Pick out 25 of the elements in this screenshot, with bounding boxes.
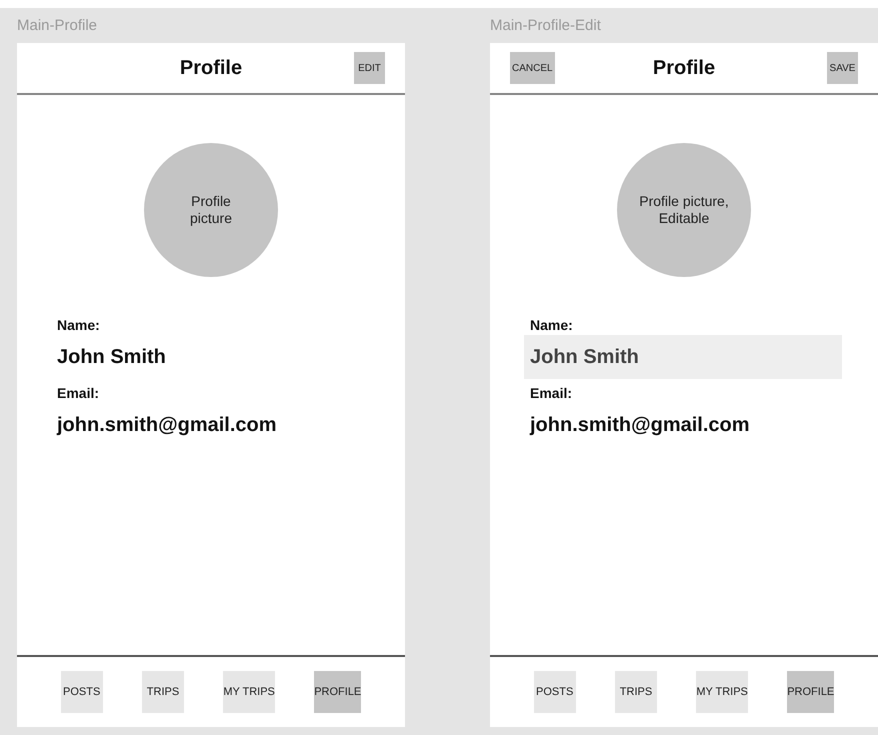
field-label: Name: bbox=[530, 316, 574, 335]
field-label: Email: bbox=[530, 384, 574, 403]
screen-title: Profile bbox=[652, 56, 716, 80]
cancel-button[interactable]: CANCEL bbox=[510, 52, 555, 84]
frame-label: Main-Profile bbox=[17, 16, 98, 36]
nav-tab[interactable]: POSTS bbox=[60, 671, 103, 713]
nav-tab[interactable]: MY TRIPS bbox=[223, 671, 275, 713]
nav-tab[interactable]: MY TRIPS bbox=[696, 671, 748, 713]
save-button[interactable]: SAVE bbox=[827, 52, 858, 84]
frame-label: Main-Profile-Edit bbox=[490, 16, 602, 36]
profile-picture[interactable]: Profile picture, Editable bbox=[617, 143, 751, 277]
nav-tab[interactable]: POSTS bbox=[534, 671, 576, 713]
field-label: Email: bbox=[57, 384, 100, 403]
screen-title: Profile bbox=[180, 56, 242, 80]
nav-tab[interactable]: PROFILE bbox=[787, 671, 834, 713]
field-value: john.smith@gmail.com bbox=[57, 413, 278, 438]
profile-picture: Profile picture bbox=[144, 143, 278, 277]
input-field[interactable]: John Smith bbox=[524, 335, 842, 379]
edit-button[interactable]: EDIT bbox=[354, 52, 385, 84]
field-label: Name: bbox=[57, 316, 101, 335]
nav-tab[interactable]: PROFILE bbox=[314, 671, 362, 713]
field-value: john.smith@gmail.com bbox=[530, 413, 751, 438]
nav-tab[interactable]: TRIPS bbox=[614, 671, 657, 713]
field-value: John Smith bbox=[57, 345, 167, 370]
nav-tab[interactable]: TRIPS bbox=[142, 671, 184, 713]
